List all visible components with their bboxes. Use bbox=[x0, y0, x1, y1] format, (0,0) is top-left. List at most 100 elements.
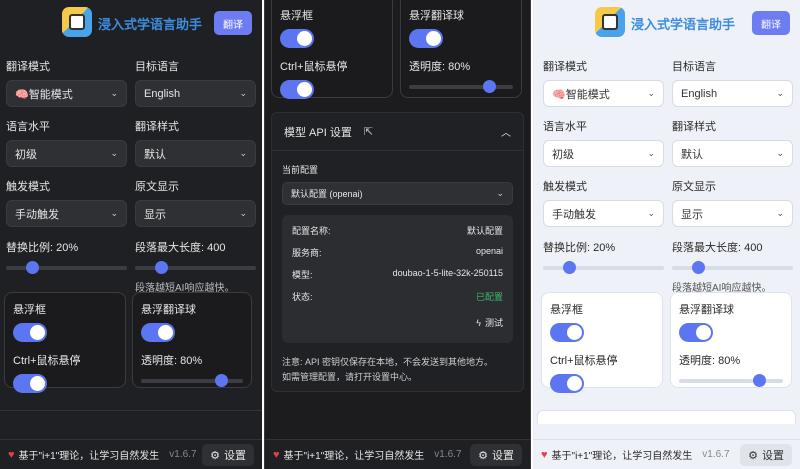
slider-knob[interactable] bbox=[483, 80, 496, 93]
chevron-down-icon: ⌄ bbox=[239, 148, 247, 158]
original-display-select[interactable]: 显示 ⌄ bbox=[672, 200, 793, 227]
float-ball-card: 悬浮翻译球 透明度: 80% bbox=[400, 0, 522, 98]
ctrl-hover-label: Ctrl+鼠标悬停 bbox=[550, 355, 618, 367]
translate-style-label: 翻译样式 bbox=[672, 121, 716, 133]
config-details: 配置名称: 默认配置 服务商: openai 模型: doubao-1-5-lite-… bbox=[282, 215, 513, 343]
settings-button[interactable]: ⚙ 设置 bbox=[202, 444, 254, 466]
translate-mode-select[interactable]: 🧠智能模式 ⌄ bbox=[543, 80, 664, 107]
settings-row-2: 语言水平 初级 ⌄ 翻译样式 默认 ⌄ bbox=[6, 118, 256, 167]
ctrl-hover-toggle[interactable] bbox=[13, 374, 47, 393]
replace-ratio-slider[interactable] bbox=[6, 261, 127, 275]
replace-ratio-slider[interactable] bbox=[543, 261, 664, 275]
current-config-select[interactable]: 默认配置 (openai) ⌄ bbox=[282, 182, 513, 205]
opacity-slider[interactable] bbox=[409, 80, 513, 94]
float-ball-label: 悬浮翻译球 bbox=[679, 304, 734, 316]
opacity-label: 透明度: 80% bbox=[409, 61, 471, 73]
ctrl-hover-toggle[interactable] bbox=[280, 80, 314, 99]
translate-button[interactable]: 翻译 bbox=[752, 11, 790, 35]
current-config-value: 默认配置 (openai) bbox=[291, 189, 363, 199]
language-level-select[interactable]: 初级 ⌄ bbox=[543, 140, 664, 167]
divider bbox=[0, 410, 262, 411]
settings-button[interactable]: ⚙ 设置 bbox=[470, 444, 522, 466]
settings-button-label: 设置 bbox=[492, 450, 514, 462]
settings-row-3: 触发模式 手动触发 ⌄ 原文显示 显示 ⌄ bbox=[543, 178, 793, 227]
trigger-mode-label: 触发模式 bbox=[6, 181, 50, 193]
translate-mode-select[interactable]: 🧠智能模式 ⌄ bbox=[6, 80, 127, 107]
opacity-slider[interactable] bbox=[679, 374, 783, 388]
trigger-mode-select[interactable]: 手动触发 ⌄ bbox=[543, 200, 664, 227]
footer-tagline: 基于"i+1"理论，让学习自然发生 bbox=[551, 451, 693, 462]
chevron-down-icon: ⌄ bbox=[239, 88, 247, 98]
translate-button[interactable]: 翻译 bbox=[214, 11, 252, 35]
slider-knob[interactable] bbox=[155, 261, 168, 274]
opacity-label: 透明度: 80% bbox=[141, 355, 203, 367]
replace-ratio-label: 替换比例: 20% bbox=[543, 242, 616, 254]
float-box-card: 悬浮框 Ctrl+鼠标悬停 bbox=[541, 292, 663, 393]
translate-style-value: 默认 bbox=[144, 148, 166, 161]
api-settings-section: 模型 API 设置 ⇱ ︿ 当前配置 默认配置 (openai) ⌄ 配置名称:… bbox=[271, 112, 524, 392]
ctrl-hover-label: Ctrl+鼠标悬停 bbox=[13, 355, 81, 367]
language-level-value: 初级 bbox=[552, 148, 574, 161]
current-config-label: 当前配置 bbox=[282, 165, 319, 175]
light-main-panel: 浸入式学语言助手 翻译 翻译模式 🧠智能模式 ⌄ 目标语言 English ⌄ 语言… bbox=[533, 0, 800, 469]
max-paragraph-slider[interactable] bbox=[672, 261, 793, 275]
max-paragraph-slider[interactable] bbox=[135, 261, 256, 275]
dark-api-panel: 悬浮框 Ctrl+鼠标悬停 悬浮翻译球 透明度: 80% 模型 API 设置 ⇱… bbox=[264, 0, 531, 469]
footer-tagline: 基于"i+1"理论，让学习自然发生 bbox=[283, 451, 425, 462]
config-key: 模型: bbox=[292, 270, 313, 280]
float-ball-card: 悬浮翻译球 透明度: 80% bbox=[132, 292, 252, 388]
float-ball-label: 悬浮翻译球 bbox=[409, 10, 464, 22]
api-settings-header[interactable]: 模型 API 设置 ⇱ ︿ bbox=[272, 113, 523, 151]
trigger-mode-select[interactable]: 手动触发 ⌄ bbox=[6, 200, 127, 227]
target-language-select[interactable]: English ⌄ bbox=[135, 80, 256, 107]
settings-button[interactable]: ⚙ 设置 bbox=[740, 444, 792, 466]
slider-knob[interactable] bbox=[215, 374, 228, 387]
config-row: 状态: 已配置 bbox=[292, 290, 503, 303]
slider-knob[interactable] bbox=[26, 261, 39, 274]
heart-icon: ♥ bbox=[541, 448, 548, 461]
settings-row-4: 替换比例: 20% 段落最大长度: 400 段落越短AI响应越快。 bbox=[543, 239, 793, 294]
config-value: 默认配置 bbox=[466, 226, 503, 236]
gear-icon: ⚙ bbox=[748, 449, 758, 462]
replace-ratio-label: 替换比例: 20% bbox=[6, 242, 79, 254]
original-display-select[interactable]: 显示 ⌄ bbox=[135, 200, 256, 227]
slider-knob[interactable] bbox=[563, 261, 576, 274]
chevron-down-icon: ⌄ bbox=[496, 188, 504, 198]
external-link-icon[interactable]: ⇱ bbox=[364, 125, 373, 138]
translate-style-select[interactable]: 默认 ⌄ bbox=[672, 140, 793, 167]
language-level-value: 初级 bbox=[15, 148, 37, 161]
api-settings-title: 模型 API 设置 bbox=[284, 126, 352, 139]
language-level-label: 语言水平 bbox=[543, 121, 587, 133]
version-label: v1.6.7 bbox=[169, 449, 197, 460]
app-logo-icon bbox=[595, 7, 625, 37]
opacity-slider[interactable] bbox=[141, 374, 243, 388]
translate-style-select[interactable]: 默认 ⌄ bbox=[135, 140, 256, 167]
float-box-toggle[interactable] bbox=[13, 323, 47, 342]
original-display-label: 原文显示 bbox=[135, 181, 179, 193]
float-box-toggle[interactable] bbox=[550, 323, 584, 342]
target-language-value: English bbox=[681, 87, 718, 100]
float-ball-toggle[interactable] bbox=[141, 323, 175, 342]
settings-button-label: 设置 bbox=[762, 450, 784, 462]
float-ball-toggle[interactable] bbox=[679, 323, 713, 342]
translate-style-label: 翻译样式 bbox=[135, 121, 179, 133]
language-level-select[interactable]: 初级 ⌄ bbox=[6, 140, 127, 167]
slider-knob[interactable] bbox=[692, 261, 705, 274]
original-display-value: 显示 bbox=[144, 208, 166, 221]
float-box-card: 悬浮框 Ctrl+鼠标悬停 bbox=[4, 292, 126, 393]
float-box-label: 悬浮框 bbox=[550, 304, 583, 316]
chevron-up-icon[interactable]: ︿ bbox=[501, 124, 511, 139]
target-language-select[interactable]: English ⌄ bbox=[672, 80, 793, 107]
translate-mode-value: 🧠智能模式 bbox=[552, 88, 610, 101]
header: 浸入式学语言助手 翻译 bbox=[0, 0, 262, 48]
float-ball-toggle[interactable] bbox=[409, 29, 443, 48]
version-label: v1.6.7 bbox=[434, 449, 462, 460]
slider-knob[interactable] bbox=[753, 374, 766, 387]
test-button[interactable]: ϟ 测试 bbox=[476, 316, 503, 329]
max-paragraph-label: 段落最大长度: 400 bbox=[135, 242, 226, 254]
ctrl-hover-toggle[interactable] bbox=[550, 374, 584, 393]
chevron-down-icon: ⌄ bbox=[776, 208, 784, 218]
chevron-down-icon: ⌄ bbox=[110, 208, 118, 218]
float-ball-card: 悬浮翻译球 透明度: 80% bbox=[670, 292, 792, 388]
float-box-toggle[interactable] bbox=[280, 29, 314, 48]
